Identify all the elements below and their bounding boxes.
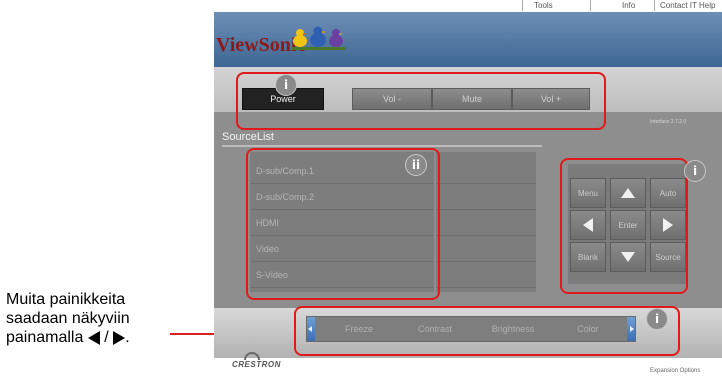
annotation-line-3: painamalla / . — [6, 329, 130, 346]
list-item — [436, 262, 536, 288]
control-pad-highlight — [560, 158, 688, 294]
nav-contact-link[interactable]: Contact IT Help — [660, 1, 715, 10]
source-list-divider — [222, 145, 542, 147]
nav-separator — [590, 0, 591, 11]
nav-separator — [522, 0, 523, 11]
list-item — [436, 158, 536, 184]
nav-tools-link[interactable]: Tools — [534, 1, 553, 10]
right-arrow-icon — [113, 330, 126, 345]
list-item — [436, 210, 536, 236]
scroll-menu-highlight — [294, 306, 680, 356]
list-item — [436, 184, 536, 210]
source-list-extra-column — [436, 152, 536, 292]
annotation-line-2: saadaan näkyviin — [6, 310, 130, 327]
info-badge-ii: ii — [405, 154, 427, 176]
crestron-logo: CRESTRON — [232, 360, 281, 369]
viewsonic-birds-logo-icon — [292, 26, 346, 50]
annotation-text: Muita painikkeita saadaan näkyviin paina… — [6, 290, 216, 347]
info-badge: i — [684, 160, 706, 182]
source-list-title: SourceList — [222, 131, 274, 143]
top-nav: Tools Info Contact IT Help — [214, 0, 722, 12]
interface-version-label: Interface 2.7.2.0 — [650, 119, 687, 125]
info-badge: i — [275, 74, 297, 96]
footer-band — [214, 358, 722, 377]
nav-info-link[interactable]: Info — [622, 1, 635, 10]
list-item — [436, 236, 536, 262]
nav-separator — [654, 0, 655, 11]
expansion-options-link[interactable]: Expansion Options — [650, 368, 700, 374]
left-arrow-icon — [87, 330, 100, 345]
annotation-line-1: Muita painikkeita — [6, 291, 126, 308]
info-badge: i — [646, 308, 668, 330]
